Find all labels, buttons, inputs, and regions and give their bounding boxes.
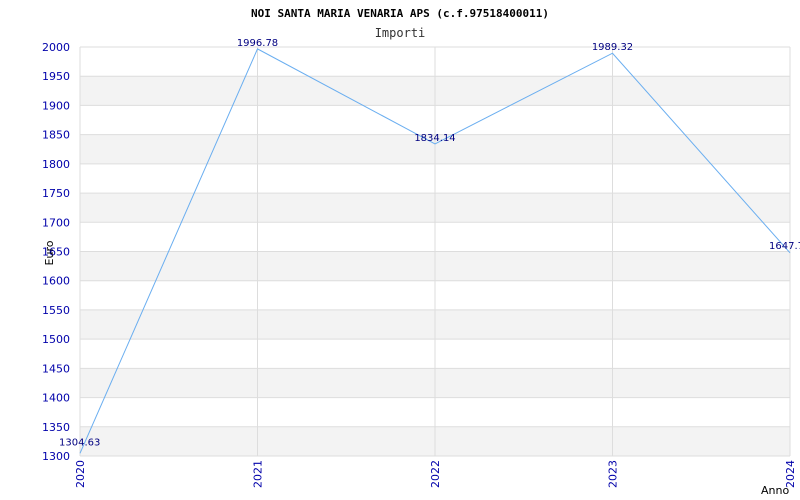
line-chart: NOI SANTA MARIA VENARIA APS (c.f.9751840… [0, 0, 800, 500]
chart-subtitle: Importi [375, 26, 426, 40]
y-tick-label: 1600 [42, 275, 70, 288]
y-tick-label: 1350 [42, 421, 70, 434]
y-axis-label: Euro [43, 240, 56, 265]
x-axis-label: Anno [761, 484, 789, 497]
data-label: 1647.7 [769, 241, 800, 252]
y-tick-label: 1500 [42, 333, 70, 346]
y-tick-label: 1750 [42, 187, 70, 200]
x-tick-label: 2020 [74, 460, 87, 488]
y-tick-label: 1300 [42, 450, 70, 463]
y-tick-label: 1400 [42, 392, 70, 405]
y-tick-label: 1700 [42, 216, 70, 229]
y-tick-label: 2000 [42, 41, 70, 54]
y-tick-label: 1950 [42, 70, 70, 83]
y-tick-label: 1450 [42, 362, 70, 375]
chart-background [0, 0, 800, 500]
data-label: 1996.78 [237, 38, 278, 49]
y-tick-label: 1800 [42, 158, 70, 171]
x-tick-label: 2023 [607, 460, 620, 488]
data-label: 1989.32 [592, 42, 633, 53]
y-tick-label: 1850 [42, 129, 70, 142]
chart-title: NOI SANTA MARIA VENARIA APS (c.f.9751840… [251, 7, 549, 20]
data-label: 1834.14 [414, 133, 455, 144]
x-tick-label: 2022 [429, 460, 442, 488]
y-tick-label: 1550 [42, 304, 70, 317]
data-label: 1304.63 [59, 437, 100, 448]
x-tick-label: 2021 [252, 460, 265, 488]
y-tick-label: 1900 [42, 99, 70, 112]
